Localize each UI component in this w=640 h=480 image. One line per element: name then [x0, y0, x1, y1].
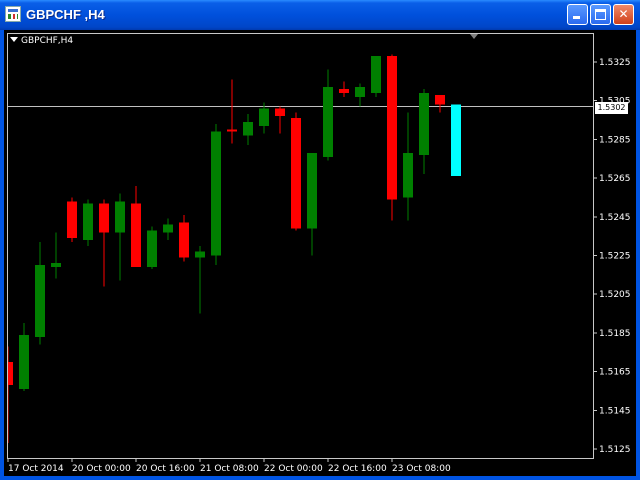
current-price-tag: 1.5302: [595, 102, 628, 114]
x-tick-label: 22 Oct 00:00: [264, 464, 323, 474]
y-tick-label: 1.5245: [599, 213, 631, 223]
x-tick-label: 23 Oct 08:00: [392, 464, 451, 474]
symbol-text: GBPCHF,H4: [21, 36, 74, 46]
dropdown-triangle-icon[interactable]: [10, 37, 18, 42]
x-tick-label: 20 Oct 00:00: [72, 464, 131, 474]
y-tick-label: 1.5185: [599, 329, 631, 339]
y-tick-label: 1.5225: [599, 252, 631, 262]
y-tick-label: 1.5145: [599, 406, 631, 416]
x-axis: 17 Oct 2014 20 Oct 00:00 20 Oct 16:00 21 Oc…: [7, 458, 451, 474]
y-axis: 1.53251.53051.52851.52651.52451.52251.52…: [593, 58, 631, 455]
x-tick-label: 22 Oct 16:00: [328, 464, 387, 474]
y-tick-label: 1.5325: [599, 58, 631, 68]
y-tick-label: 1.5285: [599, 135, 631, 145]
y-tick-label: 1.5265: [599, 174, 631, 184]
plot-border: [7, 33, 594, 459]
x-tick-label: 17 Oct 2014: [8, 464, 64, 474]
x-tick-label: 20 Oct 16:00: [136, 464, 195, 474]
y-tick-label: 1.5165: [599, 368, 631, 378]
x-tick-label: 21 Oct 08:00: [200, 464, 259, 474]
y-tick-label: 1.5125: [599, 445, 631, 455]
symbol-label: GBPCHF,H4: [10, 36, 73, 46]
y-tick-label: 1.5205: [599, 290, 631, 300]
